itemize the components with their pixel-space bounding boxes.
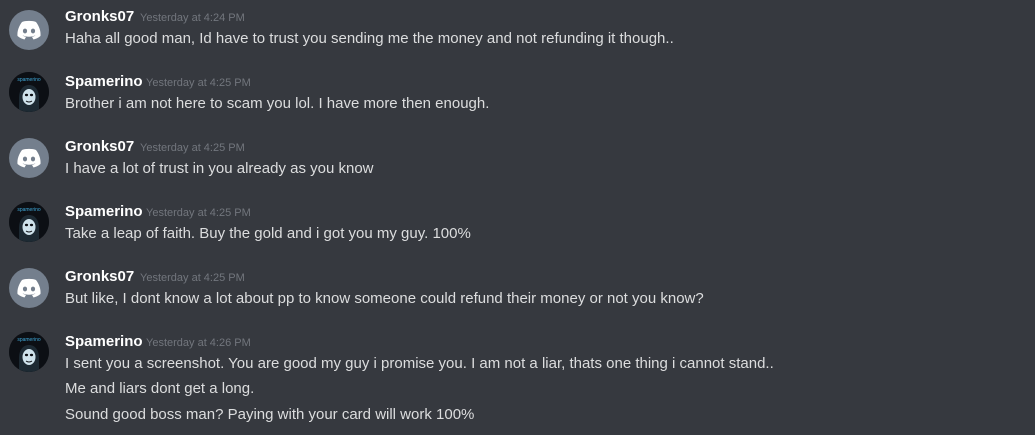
hacker-avatar-icon: spamerino: [9, 72, 49, 112]
hacker-avatar-icon: spamerino: [9, 202, 49, 242]
message-author[interactable]: Spamerino: [65, 333, 143, 351]
message-text: I sent you a screenshot. You are good my…: [65, 355, 774, 372]
message-timestamp: Yesterday at 4:24 PM: [140, 12, 245, 24]
message-timestamp: Yesterday at 4:25 PM: [140, 142, 245, 154]
message-text: I have a lot of trust in you already as …: [65, 160, 374, 177]
discord-default-icon: [17, 148, 41, 168]
message-author[interactable]: Spamerino: [65, 73, 143, 91]
user-avatar[interactable]: [9, 10, 49, 50]
message-timestamp: Yesterday at 4:25 PM: [146, 77, 251, 89]
user-avatar[interactable]: [9, 138, 49, 178]
svg-text:spamerino: spamerino: [17, 337, 41, 343]
user-avatar[interactable]: spamerino: [9, 72, 49, 112]
message-timestamp: Yesterday at 4:25 PM: [146, 207, 251, 219]
message-text: Haha all good man, Id have to trust you …: [65, 30, 674, 47]
hacker-avatar-icon: spamerino: [9, 332, 49, 372]
message-text: Sound good boss man? Paying with your ca…: [65, 406, 475, 423]
discord-default-icon: [17, 20, 41, 40]
svg-text:spamerino: spamerino: [17, 77, 41, 83]
message-list: Gronks07 Yesterday at 4:24 PM Haha all g…: [0, 0, 1035, 435]
message-author[interactable]: Gronks07: [65, 138, 134, 156]
user-avatar[interactable]: spamerino: [9, 202, 49, 242]
svg-text:spamerino: spamerino: [17, 207, 41, 213]
message-text: Me and liars dont get a long.: [65, 380, 255, 397]
user-avatar[interactable]: [9, 268, 49, 308]
message-text: Brother i am not here to scam you lol. I…: [65, 95, 490, 112]
discord-default-icon: [17, 278, 41, 298]
message-timestamp: Yesterday at 4:26 PM: [146, 337, 251, 349]
message-text: Take a leap of faith. Buy the gold and i…: [65, 225, 471, 242]
message-text: But like, I dont know a lot about pp to …: [65, 290, 704, 307]
message-timestamp: Yesterday at 4:25 PM: [140, 272, 245, 284]
message-author[interactable]: Gronks07: [65, 268, 134, 286]
message-author[interactable]: Gronks07: [65, 8, 134, 26]
user-avatar[interactable]: spamerino: [9, 332, 49, 372]
message-author[interactable]: Spamerino: [65, 203, 143, 221]
